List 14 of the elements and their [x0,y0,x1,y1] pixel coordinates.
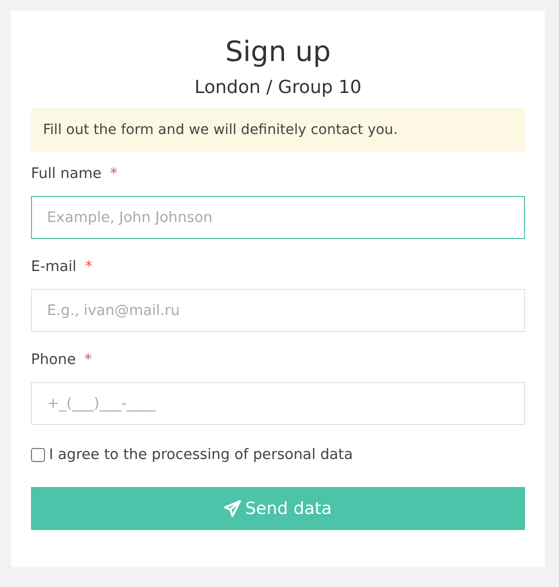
field-label: Full name [31,166,102,182]
consent-checkbox[interactable] [31,448,45,462]
field-label: E-mail [31,259,76,275]
required-mark: * [85,259,92,275]
field-label: Phone [31,352,76,368]
send-button[interactable]: Send data [31,487,525,530]
form-subtitle: London / Group 10 [194,77,362,98]
send-icon [224,500,242,517]
notice-banner: Fill out the form and we will definitely contact you. [31,108,525,152]
form-title: Sign up [224,35,332,68]
required-mark: * [110,166,118,182]
consent-label: I agree to the processing of personal data [49,447,353,463]
required-mark: * [84,352,92,368]
input-field[interactable]: Example, John Johnson [31,196,525,239]
